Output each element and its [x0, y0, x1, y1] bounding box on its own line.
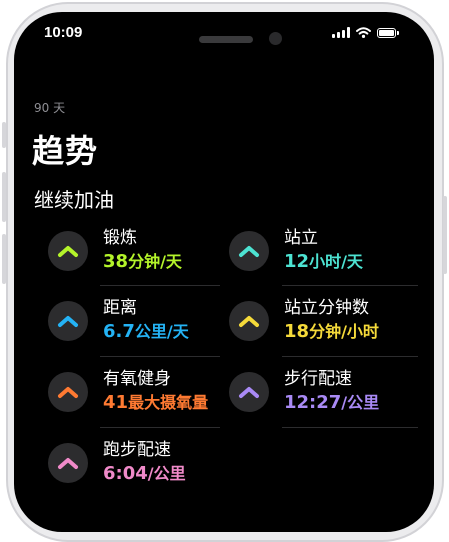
chevron-up-icon	[58, 315, 78, 327]
trend-label: 锻炼	[103, 228, 137, 248]
signal-icon	[332, 27, 350, 38]
chevron-up-icon	[58, 245, 78, 257]
trend-icon-circle	[229, 230, 269, 271]
chevron-path	[239, 386, 259, 398]
trend-value: 6:04/公里	[103, 465, 186, 483]
trend-icon-circle	[229, 371, 269, 412]
chevron-up-icon	[58, 386, 78, 398]
chevron-up-icon	[239, 245, 259, 257]
power-button	[443, 196, 447, 274]
row-divider	[282, 427, 418, 428]
status-time: 10:09	[44, 24, 83, 41]
chevron-path	[58, 386, 78, 398]
trend-number: 41	[103, 392, 129, 413]
trend-unit: /公里	[341, 393, 380, 412]
trend-number: 6:04	[103, 463, 148, 484]
trend-number: 6.7	[103, 321, 135, 342]
row-divider	[100, 427, 220, 428]
chevron-path	[58, 315, 78, 327]
volume-down-button	[2, 234, 6, 284]
chevron-up-icon	[239, 386, 259, 398]
trend-unit: 公里/天	[134, 322, 189, 341]
chevron-path	[239, 245, 259, 257]
trend-unit: 小时/天	[309, 252, 363, 271]
trend-number: 38	[103, 251, 129, 272]
trend-label: 步行配速	[284, 369, 352, 389]
trend-item-distance[interactable]: 距离 6.7公里/天	[48, 300, 189, 341]
trend-value: 18分钟/小时	[284, 323, 379, 341]
trend-label: 站立分钟数	[284, 298, 369, 318]
trend-label: 站立	[284, 228, 318, 248]
trend-icon-circle	[48, 442, 88, 483]
volume-up-button	[2, 172, 6, 222]
trend-number: 12	[284, 251, 310, 272]
chevron-up-icon	[58, 457, 78, 469]
trend-value: 41最大摄氧量	[103, 394, 208, 412]
row-divider	[100, 285, 220, 286]
trend-value: 12:27/公里	[284, 394, 379, 412]
chevron-path	[58, 245, 78, 257]
trend-item-stand[interactable]: 站立 12小时/天	[229, 230, 363, 271]
trend-icon-circle	[48, 230, 88, 271]
trend-unit: /公里	[147, 464, 186, 483]
trend-label: 距离	[103, 298, 137, 318]
trend-item-walking-pace[interactable]: 步行配速 12:27/公里	[229, 371, 379, 412]
trend-label: 有氧健身	[103, 369, 171, 389]
trend-value: 38分钟/天	[103, 253, 182, 271]
page-title: 趋势	[32, 132, 99, 170]
trend-number: 12:27	[284, 392, 342, 413]
trend-icon-circle	[48, 300, 88, 341]
chevron-up-icon	[239, 315, 259, 327]
trend-item-exercise[interactable]: 锻炼 38分钟/天	[48, 230, 182, 271]
chevron-path	[58, 457, 78, 469]
speaker-grille	[199, 36, 253, 43]
wifi-icon	[356, 27, 371, 38]
trend-item-running-pace[interactable]: 跑步配速 6:04/公里	[48, 442, 186, 483]
row-divider	[282, 285, 418, 286]
battery-icon	[377, 27, 399, 38]
trend-icon-circle	[48, 371, 88, 412]
range-label: 90 天	[34, 101, 66, 115]
trend-label: 跑步配速	[103, 440, 171, 460]
trend-item-cardio-fitness[interactable]: 有氧健身 41最大摄氧量	[48, 371, 208, 412]
trend-unit: 分钟/天	[128, 252, 182, 271]
trend-icon-circle	[229, 300, 269, 341]
trend-unit: 最大摄氧量	[128, 393, 209, 412]
mute-switch	[2, 122, 6, 148]
row-divider	[100, 356, 220, 357]
trend-number: 18	[284, 321, 310, 342]
row-divider	[282, 356, 418, 357]
trend-unit: 分钟/小时	[309, 322, 379, 341]
section-title: 继续加油	[34, 188, 114, 212]
chevron-path	[239, 315, 259, 327]
trend-value: 12小时/天	[284, 253, 363, 271]
trend-value: 6.7公里/天	[103, 323, 189, 341]
front-camera	[269, 32, 282, 45]
status-icons	[332, 27, 399, 38]
trend-item-stand-minutes[interactable]: 站立分钟数 18分钟/小时	[229, 300, 379, 341]
